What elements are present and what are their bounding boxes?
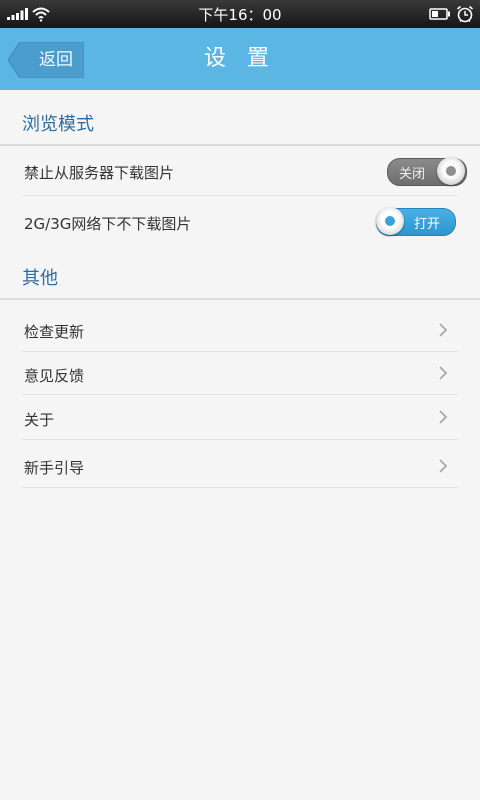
toggle-knob [437,157,465,185]
chevron-right-icon [439,459,448,473]
battery-icon [429,8,450,20]
menu-item-label: 检查更新 [24,323,85,341]
section-browse-mode: 浏览模式 [0,96,480,146]
menu-item-label: 新手引导 [24,459,85,477]
menu-item-label: 意见反馈 [24,367,85,385]
chevron-right-icon [439,323,448,337]
section-title-other: 其他 [22,268,58,289]
menu-item-about[interactable]: 关于 [22,395,458,440]
menu-item-feedback[interactable]: 意见反馈 [22,352,458,395]
toggle-knob [376,207,404,235]
no-images-2g3g-toggle[interactable]: 打开 [376,207,456,236]
menu-item-check-update[interactable]: 检查更新 [22,308,458,352]
chevron-right-icon [439,410,448,424]
chevron-right-icon [439,366,448,380]
setting-label: 2G/3G网络下不下载图片 [24,215,192,233]
setting-label: 禁止从服务器下载图片 [24,164,175,182]
menu-item-beginner-guide[interactable]: 新手引导 [22,440,458,488]
title-bar: 返回 设 置 [0,28,480,90]
section-title-browse: 浏览模式 [22,114,94,135]
status-time: 下午16：00 [198,6,282,24]
status-bar: 下午16：00 [0,0,480,28]
section-other: 其他 [0,250,480,300]
back-button-label: 返回 [39,50,73,70]
back-button[interactable]: 返回 [8,42,84,78]
toggle-text: 关闭 [399,167,426,182]
block-images-toggle[interactable]: 关闭 [387,157,467,186]
menu-item-label: 关于 [24,411,55,429]
toggle-text: 打开 [414,217,441,232]
alarm-icon [456,5,474,23]
